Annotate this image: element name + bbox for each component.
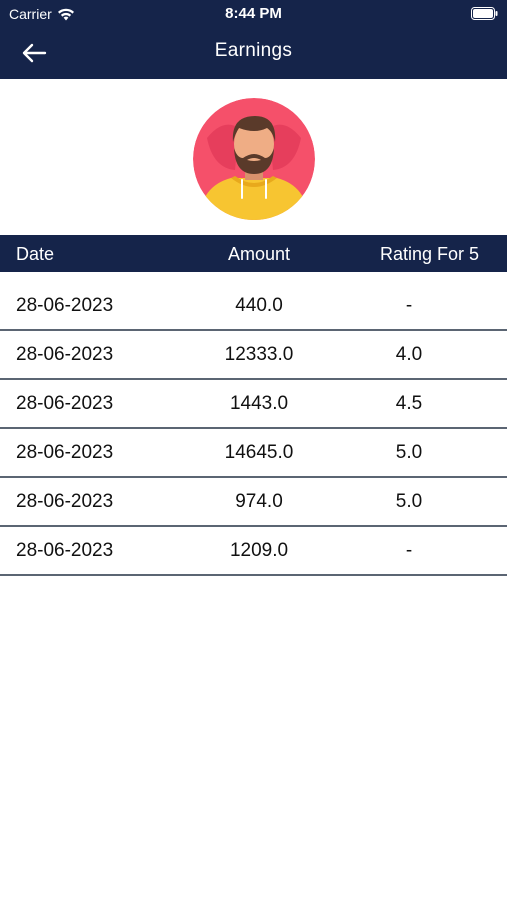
row-rating: 4.5 (395, 393, 423, 414)
header-date: Date (16, 244, 55, 264)
earnings-list: 28-06-2023 440.0 - 28-06-2023 12333.0 4.… (0, 282, 507, 576)
status-time: 8:44 PM (225, 5, 282, 22)
table-row: 28-06-2023 12333.0 4.0 (0, 331, 507, 380)
row-rating: 5.0 (395, 442, 423, 463)
table-row: 28-06-2023 440.0 - (0, 282, 507, 331)
row-amount: 1209.0 (229, 540, 289, 561)
row-rating: - (405, 540, 413, 561)
row-date: 28-06-2023 (16, 344, 114, 365)
status-bar: Carrier 8:44 PM (0, 0, 507, 28)
row-amount: 440.0 (235, 295, 283, 316)
battery-icon (471, 7, 498, 20)
row-date: 28-06-2023 (16, 393, 114, 414)
row-amount: 12333.0 (224, 344, 294, 365)
row-date: 28-06-2023 (16, 540, 114, 561)
header-amount: Amount (227, 244, 291, 264)
row-amount: 1443.0 (229, 393, 289, 414)
row-amount: 974.0 (235, 491, 283, 512)
row-rating: - (405, 295, 413, 316)
table-row: 28-06-2023 1443.0 4.5 (0, 380, 507, 429)
app-header: Carrier 8:44 PM Earnings (0, 0, 507, 79)
header-rating: Rating For 5 (380, 244, 480, 264)
row-amount: 14645.0 (224, 442, 294, 463)
user-avatar (193, 98, 315, 220)
row-date: 28-06-2023 (16, 295, 114, 316)
page-title: Earnings (214, 40, 293, 61)
row-rating: 5.0 (395, 491, 423, 512)
row-rating: 4.0 (395, 344, 423, 365)
table-row: 28-06-2023 1209.0 - (0, 527, 507, 576)
row-date: 28-06-2023 (16, 442, 114, 463)
row-date: 28-06-2023 (16, 491, 114, 512)
navigation-bar: Earnings (0, 28, 507, 79)
table-row: 28-06-2023 14645.0 5.0 (0, 429, 507, 478)
table-header: Date Amount Rating For 5 (0, 235, 507, 272)
table-row: 28-06-2023 974.0 5.0 (0, 478, 507, 527)
